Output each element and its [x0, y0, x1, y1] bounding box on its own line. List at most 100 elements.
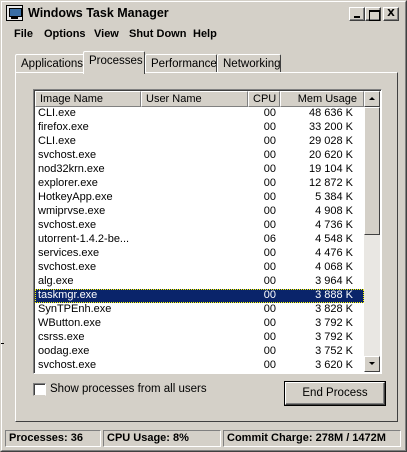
column-header-user-name[interactable]: User Name: [141, 91, 248, 107]
process-image-name: taskmgr.exe: [38, 289, 98, 301]
process-image-name: svchost.exe: [38, 261, 97, 273]
process-row[interactable]: SynTPEnh.exe 00 3 828 K: [35, 303, 364, 317]
process-cpu: 00: [263, 177, 276, 189]
process-row[interactable]: svchost.exe 00 3 620 K: [35, 359, 364, 373]
process-mem-usage: 3 752 K: [315, 345, 353, 357]
process-mem-usage: 19 104 K: [308, 163, 353, 175]
process-image-name: SynTPEnh.exe: [38, 303, 112, 315]
status-cpu-usage: CPU Usage: 8%: [103, 430, 221, 447]
process-row[interactable]: alg.exe 00 3 964 K: [35, 275, 364, 289]
process-cpu: 00: [263, 275, 276, 287]
process-image-name: alg.exe: [38, 275, 74, 287]
process-list[interactable]: Image Name User Name CPU Mem Usage CLI.e…: [33, 89, 382, 374]
process-image-name: firefox.exe: [38, 121, 89, 133]
process-image-name: svchost.exe: [38, 149, 97, 161]
process-image-name: HotkeyApp.exe: [38, 191, 113, 203]
process-image-name: CLI.exe: [38, 135, 76, 147]
process-row[interactable]: WButton.exe 00 3 792 K: [35, 317, 364, 331]
process-row[interactable]: taskmgr.exe 00 3 888 K: [35, 289, 364, 303]
process-mem-usage: 4 736 K: [315, 219, 353, 231]
process-image-name: CLI.exe: [38, 107, 76, 119]
show-all-processes-checkbox[interactable]: [33, 383, 46, 396]
process-cpu: 00: [263, 331, 276, 343]
process-cpu: 00: [263, 317, 276, 329]
menu-options[interactable]: Options: [44, 28, 86, 40]
menu-file[interactable]: File: [14, 28, 33, 40]
process-image-name: nod32krn.exe: [38, 163, 105, 175]
process-cpu: 00: [263, 289, 276, 301]
process-row[interactable]: wmiprvse.exe 00 4 908 K: [35, 205, 364, 219]
process-mem-usage: 48 636 K: [308, 107, 353, 119]
title-bar[interactable]: Windows Task Manager X: [4, 4, 403, 23]
end-process-button[interactable]: End Process: [285, 382, 385, 405]
process-row[interactable]: utorrent-1.4.2-be... 06 4 548 K: [35, 233, 364, 247]
column-header-cpu[interactable]: CPU: [248, 91, 280, 107]
process-mem-usage: 29 028 K: [308, 135, 353, 147]
process-cpu: 00: [263, 107, 276, 119]
process-mem-usage: 5 384 K: [315, 191, 353, 203]
process-image-name: services.exe: [38, 247, 100, 259]
task-manager-app-icon: [6, 5, 23, 21]
menu-bar: File Options View Shut Down Help: [4, 26, 403, 44]
process-rows: CLI.exe 00 48 636 Kfirefox.exe 00 33 200 K CL…: [35, 107, 364, 373]
processes-panel: Image Name User Name CPU Mem Usage CLI.e…: [15, 72, 398, 422]
process-cpu: 00: [263, 359, 276, 371]
scroll-up-arrow-icon[interactable]: [364, 91, 380, 107]
minimize-button[interactable]: [349, 7, 365, 21]
process-row[interactable]: CLI.exe 00 48 636 K: [35, 107, 364, 121]
column-header-image-name[interactable]: Image Name: [35, 91, 141, 107]
process-row[interactable]: svchost.exe 00 4 068 K: [35, 261, 364, 275]
process-list-scrollbar[interactable]: [364, 91, 380, 372]
scroll-down-arrow-icon[interactable]: [364, 356, 380, 372]
status-process-count: Processes: 36: [5, 430, 101, 447]
process-image-name: wmiprvse.exe: [38, 205, 106, 217]
process-image-name: svchost.exe: [38, 359, 97, 371]
window-edge-mark: [1, 343, 4, 344]
process-image-name: explorer.exe: [38, 177, 98, 189]
menu-view[interactable]: View: [94, 28, 119, 40]
process-cpu: 00: [263, 303, 276, 315]
process-cpu: 00: [263, 135, 276, 147]
process-row[interactable]: CLI.exe 00 29 028 K: [35, 135, 364, 149]
process-row[interactable]: services.exe 00 4 476 K: [35, 247, 364, 261]
process-mem-usage: 4 476 K: [315, 247, 353, 259]
process-mem-usage: 3 620 K: [315, 359, 353, 371]
process-mem-usage: 12 872 K: [308, 177, 353, 189]
process-cpu: 00: [263, 345, 276, 357]
process-image-name: utorrent-1.4.2-be...: [38, 233, 130, 245]
process-mem-usage: 3 964 K: [315, 275, 353, 287]
process-cpu: 00: [263, 163, 276, 175]
process-row[interactable]: csrss.exe 00 3 792 K: [35, 331, 364, 345]
process-mem-usage: 3 828 K: [315, 303, 353, 315]
maximize-button[interactable]: [365, 7, 381, 21]
column-header-mem-usage[interactable]: Mem Usage: [280, 91, 364, 107]
process-image-name: svchost.exe: [38, 219, 97, 231]
process-image-name: oodag.exe: [38, 345, 90, 357]
process-cpu: 00: [263, 121, 276, 133]
tab-performance[interactable]: Performance: [145, 54, 217, 73]
process-mem-usage: 4 548 K: [315, 233, 353, 245]
status-bar: Processes: 36 CPU Usage: 8% Commit Charg…: [4, 428, 403, 448]
tab-control: Applications Processes Performance Netwo…: [11, 50, 398, 422]
process-list-header: Image Name User Name CPU Mem Usage: [35, 91, 364, 107]
menu-help[interactable]: Help: [193, 28, 217, 40]
process-row[interactable]: svchost.exe 00 20 620 K: [35, 149, 364, 163]
process-row[interactable]: firefox.exe 00 33 200 K: [35, 121, 364, 135]
process-cpu: 00: [263, 149, 276, 161]
tab-processes[interactable]: Processes: [83, 51, 145, 74]
process-cpu: 00: [263, 247, 276, 259]
tab-applications[interactable]: Applications: [15, 54, 85, 73]
show-all-processes-label: Show processes from all users: [50, 383, 207, 395]
process-row[interactable]: svchost.exe 00 4 736 K: [35, 219, 364, 233]
scrollbar-thumb[interactable]: [364, 107, 380, 235]
process-row[interactable]: HotkeyApp.exe 00 5 384 K: [35, 191, 364, 205]
process-row[interactable]: explorer.exe 00 12 872 K: [35, 177, 364, 191]
process-mem-usage: 33 200 K: [308, 121, 353, 133]
process-row[interactable]: nod32krn.exe 00 19 104 K: [35, 163, 364, 177]
tab-networking[interactable]: Networking: [217, 54, 281, 73]
menu-shut-down[interactable]: Shut Down: [129, 28, 186, 40]
close-button[interactable]: X: [383, 7, 399, 21]
process-mem-usage: 20 620 K: [308, 149, 353, 161]
process-row[interactable]: oodag.exe 00 3 752 K: [35, 345, 364, 359]
process-mem-usage: 4 068 K: [315, 261, 353, 273]
